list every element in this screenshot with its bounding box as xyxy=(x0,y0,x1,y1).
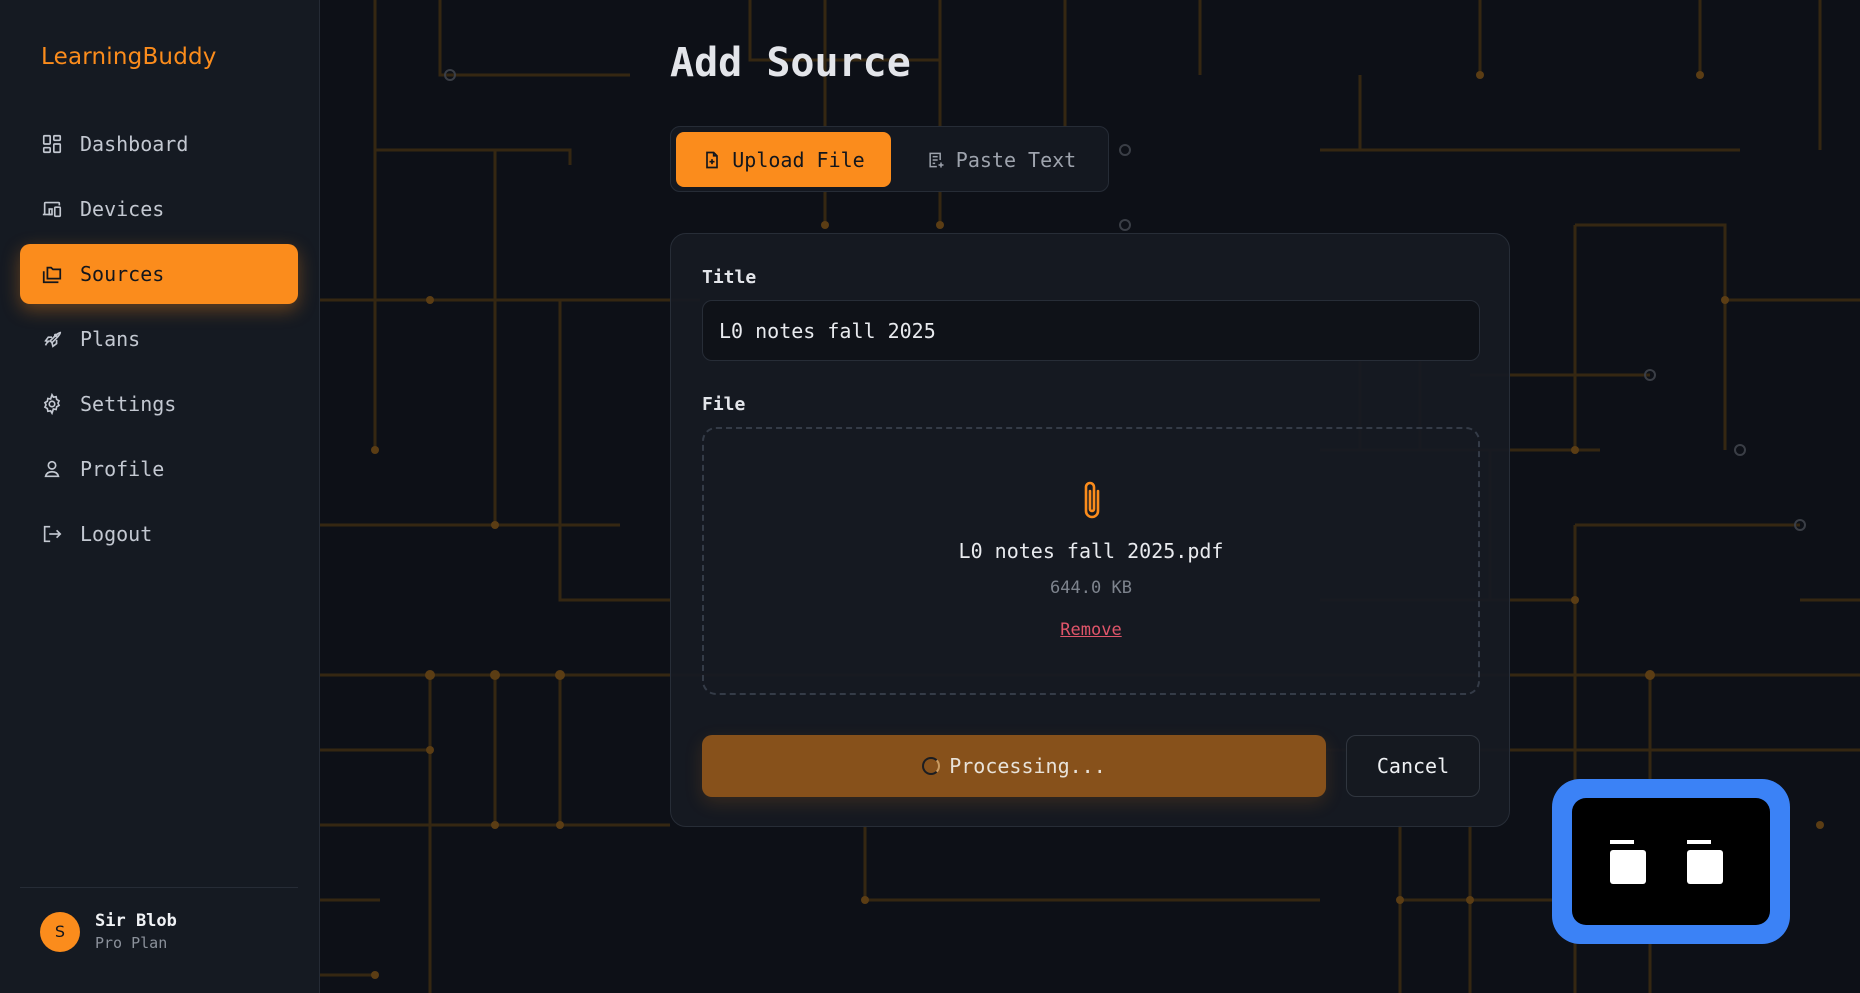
robot-left-brow xyxy=(1610,840,1634,844)
robot-left-eye xyxy=(1610,850,1646,884)
sidebar-item-label: Dashboard xyxy=(80,132,189,156)
tab-paste-text[interactable]: Paste Text xyxy=(897,132,1105,187)
submit-button-label: Processing... xyxy=(949,754,1106,778)
tab-upload-file[interactable]: Upload File xyxy=(676,132,891,187)
file-size: 644.0 KB xyxy=(1050,578,1132,598)
robot-right-brow xyxy=(1687,840,1711,844)
paperclip-icon xyxy=(1084,481,1100,519)
sidebar-item-label: Profile xyxy=(80,457,165,481)
file-label: File xyxy=(702,394,746,415)
gear-icon xyxy=(40,392,64,416)
robot-face xyxy=(1572,798,1770,925)
sidebar: LearningBuddy Dashboard Devices Sources … xyxy=(0,0,320,993)
user-plan: Pro Plan xyxy=(95,934,168,952)
sidebar-item-devices[interactable]: Devices xyxy=(20,179,298,239)
user-icon xyxy=(40,457,64,481)
title-label: Title xyxy=(702,267,757,288)
page-title: Add Source xyxy=(670,40,911,86)
file-dropzone[interactable]: L0 notes fall 2025.pdf 644.0 KB Remove xyxy=(702,427,1480,695)
rocket-icon xyxy=(40,327,64,351)
app-logo[interactable]: LearningBuddy xyxy=(41,44,217,70)
tab-label: Upload File xyxy=(732,147,865,172)
robot-assistant-widget[interactable] xyxy=(1552,779,1790,944)
sidebar-item-plans[interactable]: Plans xyxy=(20,309,298,369)
logout-icon xyxy=(40,522,64,546)
title-input[interactable] xyxy=(702,300,1480,361)
sidebar-item-label: Plans xyxy=(80,327,141,351)
robot-right-eye xyxy=(1687,850,1723,884)
avatar: S xyxy=(40,911,80,952)
dashboard-icon xyxy=(40,132,64,156)
sidebar-item-logout[interactable]: Logout xyxy=(20,504,298,564)
sidebar-item-label: Settings xyxy=(80,392,177,416)
sidebar-nav: Dashboard Devices Sources Plans Settings xyxy=(20,114,298,569)
add-source-form: Title File L0 notes fall 2025.pdf 644.0 … xyxy=(670,233,1510,827)
spinner-icon xyxy=(922,757,941,775)
sidebar-divider xyxy=(20,887,298,888)
devices-icon xyxy=(40,197,64,221)
user-card[interactable]: S Sir Blob Pro Plan xyxy=(40,911,177,952)
sidebar-item-sources[interactable]: Sources xyxy=(20,244,298,304)
tab-label: Paste Text xyxy=(955,147,1077,172)
sidebar-item-dashboard[interactable]: Dashboard xyxy=(20,114,298,174)
sidebar-item-label: Logout xyxy=(80,522,153,546)
folders-icon xyxy=(40,262,64,286)
file-name: L0 notes fall 2025.pdf xyxy=(958,539,1224,563)
paste-text-icon xyxy=(929,152,944,167)
file-upload-icon xyxy=(706,151,719,168)
remove-file-link[interactable]: Remove xyxy=(704,620,1478,640)
sidebar-item-label: Sources xyxy=(80,262,165,286)
source-type-tabs: Upload File Paste Text xyxy=(670,126,1109,192)
user-name: Sir Blob xyxy=(95,911,177,931)
submit-button[interactable]: Processing... xyxy=(702,735,1326,797)
sidebar-item-label: Devices xyxy=(80,197,165,221)
sidebar-item-profile[interactable]: Profile xyxy=(20,439,298,499)
cancel-button[interactable]: Cancel xyxy=(1346,735,1480,797)
sidebar-item-settings[interactable]: Settings xyxy=(20,374,298,434)
